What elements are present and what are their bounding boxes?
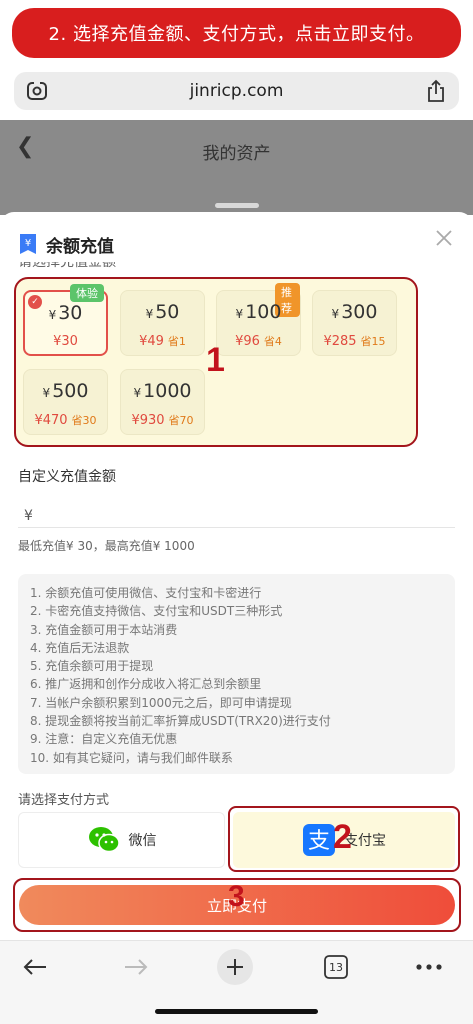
note-item: 1. 余额充值可使用微信、支付宝和卡密进行	[30, 586, 262, 600]
amount-save: 省1	[167, 335, 186, 348]
custom-amount-input[interactable]: ¥	[18, 504, 455, 528]
instruction-banner: 2. 选择充值金额、支付方式，点击立即支付。	[12, 8, 461, 58]
more-icon[interactable]	[411, 949, 447, 985]
amount-chip-100[interactable]: 推荐 ¥100 ¥96 省4	[216, 283, 301, 356]
tab-count: 13	[329, 960, 343, 974]
tabs-icon[interactable]: 13	[318, 949, 354, 985]
note-item: 10. 如有其它疑问，请与我们邮件联系	[30, 750, 233, 765]
note-item: 7. 当帐户余额积累到1000元之后，即可申请提现	[30, 695, 292, 710]
new-tab-icon[interactable]	[217, 949, 253, 985]
amount-chip-500[interactable]: ¥500 ¥470 省30	[23, 369, 108, 435]
amount-price: ¥285	[323, 334, 357, 349]
sheet-title: 余额充值	[46, 236, 114, 257]
amount-price: ¥930	[131, 413, 165, 428]
note-item: 4. 充值后无法退款	[30, 640, 130, 655]
pay-method-label: 请选择支付方式	[18, 793, 110, 808]
amount-save: 省70	[168, 414, 194, 427]
amount-save: 省15	[360, 335, 386, 348]
amount-value: 500	[52, 380, 89, 402]
nav-forward-icon[interactable]	[118, 949, 154, 985]
wechat-icon	[88, 827, 120, 853]
note-item: 2. 卡密充值支持微信、支付宝和USDT三种形式	[30, 604, 283, 619]
amount-value: 1000	[143, 380, 192, 402]
share-icon[interactable]	[425, 79, 447, 103]
notes-box: 1. 余额充值可使用微信、支付宝和卡密进行 2. 卡密充值支持微信、支付宝和US…	[18, 574, 455, 774]
amount-chip-30[interactable]: ✓ 体验 ¥30 ¥30	[23, 284, 108, 356]
step-marker-1: 1	[206, 341, 225, 379]
sheet-title-row: ¥ 余额充值	[18, 232, 114, 257]
amount-save: 省30	[71, 414, 97, 427]
amount-price: ¥49	[139, 334, 164, 349]
step-marker-2: 2	[333, 818, 352, 856]
amount-chip-1000[interactable]: ¥1000 ¥930 省70	[120, 369, 205, 435]
amount-chip-300[interactable]: ¥300 ¥285 省15	[312, 290, 397, 356]
note-item: 8. 提现金额将按当前汇率折算成USDT(TRX20)进行支付	[30, 714, 331, 729]
note-item: 6. 推广返拥和创作分成收入将汇总到余额里	[30, 677, 262, 692]
currency-prefix: ¥	[24, 508, 33, 524]
amount-label-partial: 请选择充值金额	[18, 262, 116, 270]
amount-chip-50[interactable]: ¥50 ¥49 省1	[120, 290, 205, 356]
amount-save: 省4	[263, 335, 282, 348]
url-text[interactable]: jinricp.com	[14, 81, 459, 101]
page-header-dimmed: ❮ 我的资产	[0, 120, 473, 215]
wallet-icon: ¥	[20, 234, 36, 254]
pay-option-wechat[interactable]: 微信	[18, 812, 225, 868]
nav-back-icon[interactable]	[17, 949, 53, 985]
pay-wechat-label: 微信	[128, 833, 157, 849]
home-indicator	[155, 1009, 318, 1014]
amount-value: 300	[341, 301, 378, 323]
address-bar[interactable]: jinricp.com	[14, 72, 459, 110]
sheet-handle[interactable]	[215, 203, 259, 208]
close-icon[interactable]	[434, 228, 454, 248]
custom-amount-label: 自定义充值金额	[18, 469, 116, 485]
amount-price: ¥96	[235, 334, 260, 349]
note-item: 5. 充值余额可用于提现	[30, 659, 154, 674]
tag-trial: 体验	[70, 284, 104, 302]
note-item: 9. 注意：自定义充值无优惠	[30, 732, 178, 747]
amount-price: ¥30	[53, 334, 78, 349]
amount-value: 30	[58, 302, 83, 324]
amount-value: 50	[155, 301, 180, 323]
amount-value: 100	[245, 301, 282, 323]
limit-text: 最低充值¥ 30，最高充值¥ 1000	[18, 539, 195, 553]
amount-panel: ✓ 体验 ¥30 ¥30 ¥50 ¥49 省1 推荐 ¥100 ¥96 省4 ¥30…	[14, 277, 418, 447]
note-item: 3. 充值金额可用于本站消费	[30, 622, 178, 637]
step-marker-3: 3	[228, 880, 245, 913]
page-title: 我的资产	[202, 144, 271, 164]
svg-text:¥: ¥	[25, 238, 31, 249]
amount-price: ¥470	[34, 413, 68, 428]
